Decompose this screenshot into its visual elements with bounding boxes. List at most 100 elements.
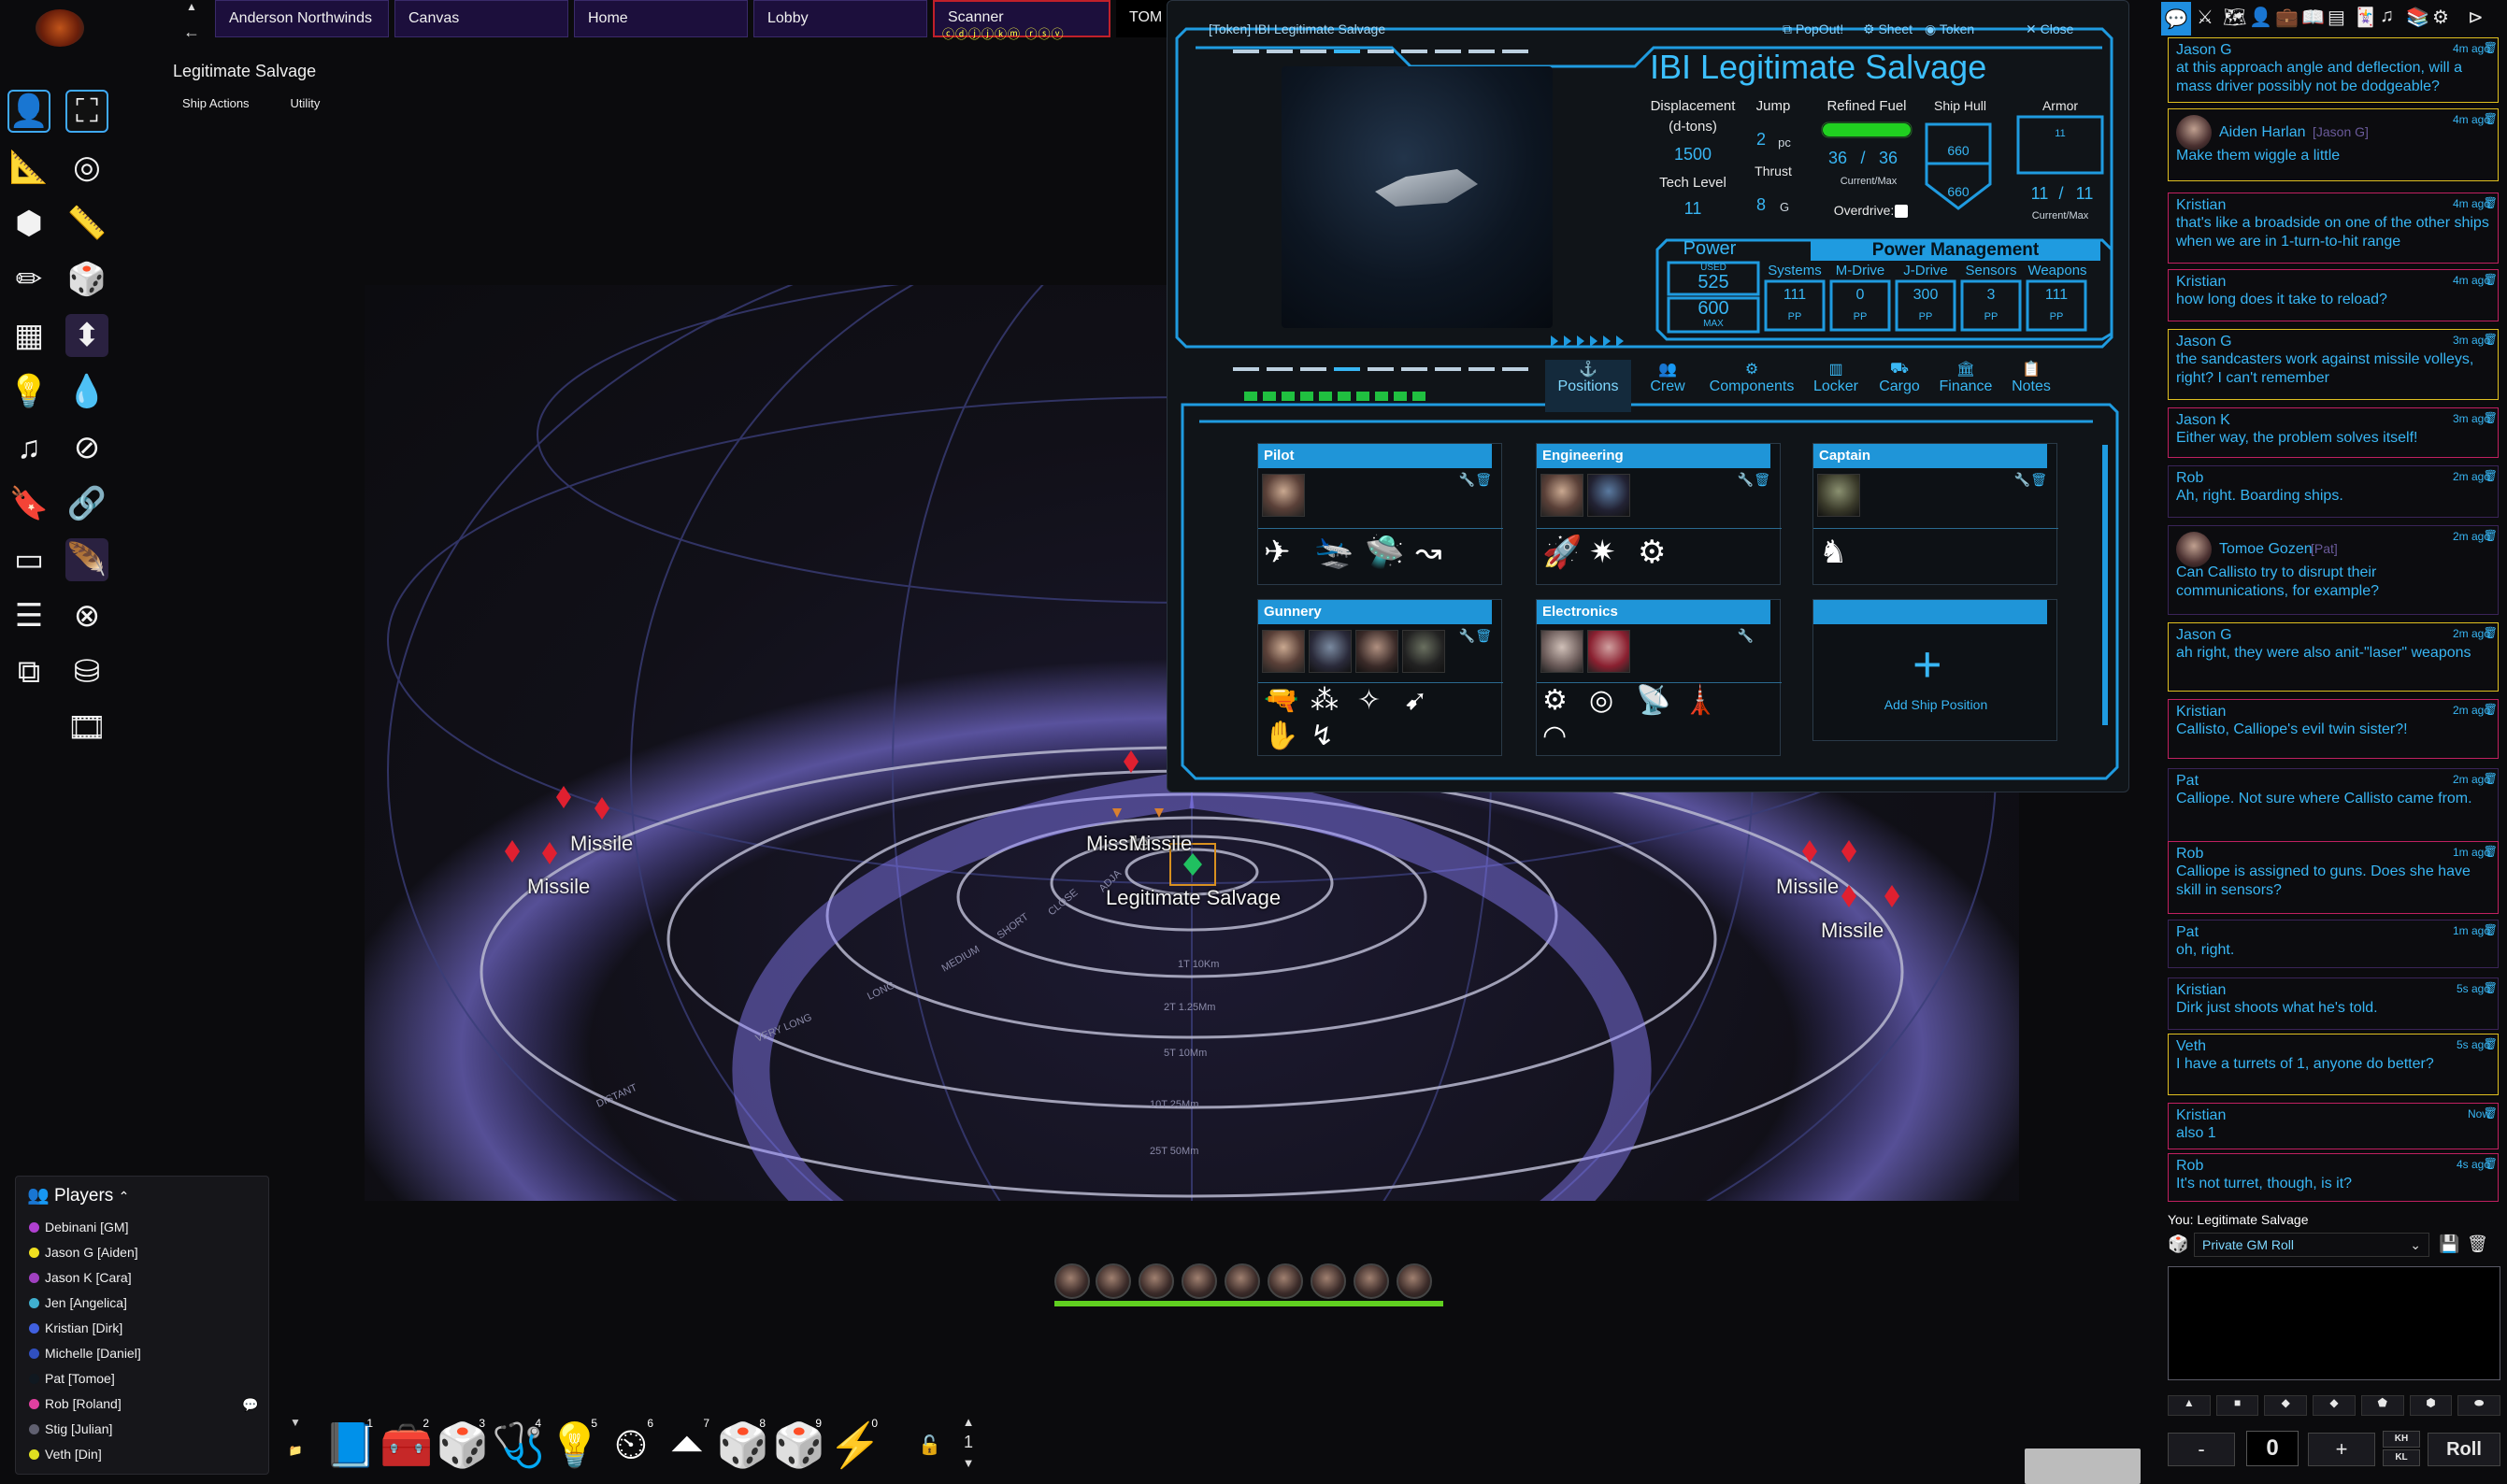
scenes-tab-icon[interactable]: 🗺 bbox=[2223, 6, 2246, 29]
no-paint-icon[interactable]: ⊘ bbox=[65, 426, 108, 469]
token-avatar[interactable] bbox=[1268, 1263, 1303, 1299]
roll-button[interactable]: Roll bbox=[2428, 1433, 2500, 1466]
folder-icon[interactable]: 📁 bbox=[283, 1444, 308, 1457]
trash-icon[interactable]: 🗑 bbox=[1475, 628, 1492, 644]
gunnery-action-icon[interactable]: 🔫 bbox=[1264, 684, 1298, 717]
armor-current[interactable]: 11 bbox=[2026, 184, 2054, 204]
pilot-action-icon[interactable]: ✈ bbox=[1264, 534, 1291, 571]
keep-low-button[interactable]: KL bbox=[2383, 1449, 2420, 1466]
trash-icon[interactable]: 🗑 bbox=[2484, 529, 2498, 542]
layers-icon[interactable]: ⧉ bbox=[7, 650, 50, 693]
trash-icon[interactable]: 🗑 bbox=[2484, 845, 2498, 858]
wrench-icon[interactable]: 🔧 bbox=[1738, 472, 1754, 488]
tab-components[interactable]: ⚙ Components bbox=[1700, 360, 1803, 412]
gunnery-action-icon[interactable]: ⁂ bbox=[1311, 684, 1339, 717]
engineering-action-icon[interactable]: ⚙ bbox=[1638, 534, 1666, 571]
scene-tab[interactable]: Lobby bbox=[753, 0, 927, 37]
macro-slot-9[interactable]: 🎲 9 bbox=[771, 1413, 827, 1477]
macro-slot-3[interactable]: 🎲 3 bbox=[435, 1413, 491, 1477]
macro-slot-8[interactable]: 🎲 8 bbox=[715, 1413, 771, 1477]
keep-high-button[interactable]: KH bbox=[2383, 1431, 2420, 1448]
token-avatar[interactable] bbox=[1096, 1263, 1131, 1299]
hidden-icon[interactable]: ⊗ bbox=[65, 594, 108, 637]
list-icon[interactable]: ☰ bbox=[7, 594, 50, 637]
items-tab-icon[interactable]: 💼 bbox=[2275, 6, 2299, 29]
link-icon[interactable]: 🔗 bbox=[65, 482, 108, 525]
macro-slot-5[interactable]: 💡 5 bbox=[547, 1413, 603, 1477]
crew-portrait[interactable] bbox=[1262, 474, 1305, 517]
trash-icon[interactable]: 🗑 bbox=[2484, 333, 2498, 346]
elevation-icon[interactable]: ⬍ bbox=[65, 314, 108, 357]
tab-utility[interactable]: Utility bbox=[291, 96, 321, 110]
trash-icon[interactable]: 🗑 bbox=[2484, 981, 2498, 994]
token-avatar[interactable] bbox=[1311, 1263, 1346, 1299]
electronics-action-icon[interactable]: ◎ bbox=[1589, 684, 1613, 717]
crew-portrait[interactable] bbox=[1540, 474, 1583, 517]
feather-icon[interactable]: 🪶 bbox=[65, 538, 108, 581]
power-col-value[interactable]: 111 bbox=[1766, 287, 1824, 304]
ship-portrait[interactable] bbox=[1282, 66, 1553, 328]
token-avatar[interactable] bbox=[1054, 1263, 1090, 1299]
tab-finance[interactable]: 🏛 Finance bbox=[1930, 360, 2001, 412]
hull-top[interactable]: 660 bbox=[1932, 143, 1984, 158]
tech-level-value[interactable]: 11 bbox=[1648, 199, 1738, 219]
d20-button[interactable]: ⬢ bbox=[2409, 1395, 2453, 1416]
pilot-action-icon[interactable]: 🛸 bbox=[1365, 534, 1404, 571]
d12-button[interactable]: ⬟ bbox=[2360, 1395, 2404, 1416]
wrench-icon[interactable]: 🔧 bbox=[1459, 628, 1475, 644]
token-avatar[interactable] bbox=[1139, 1263, 1174, 1299]
jump-value[interactable]: 2 bbox=[1747, 130, 1775, 150]
export-icon[interactable]: 💾 bbox=[2439, 1234, 2459, 1254]
tab-locker[interactable]: ▥ Locker bbox=[1803, 360, 1869, 412]
playlists-tab-icon[interactable]: ♫ bbox=[2380, 6, 2394, 27]
macro-slot-6[interactable]: ⏲ 6 bbox=[603, 1413, 659, 1477]
token-avatar[interactable] bbox=[1225, 1263, 1260, 1299]
scene-tab[interactable]: Anderson Northwinds bbox=[215, 0, 389, 37]
collapse-icon[interactable]: ⊳ bbox=[2468, 6, 2484, 29]
crew-portrait[interactable] bbox=[1262, 630, 1305, 673]
token-controls-icon[interactable]: 👤 bbox=[7, 90, 50, 133]
caret-up-icon[interactable]: ▲ bbox=[955, 1415, 981, 1429]
power-col-value[interactable]: 111 bbox=[2027, 287, 2085, 304]
gunnery-action-icon[interactable]: ➹ bbox=[1404, 684, 1427, 717]
armor-top[interactable]: 11 bbox=[2018, 128, 2102, 139]
crew-portrait[interactable] bbox=[1817, 474, 1860, 517]
d8-button[interactable]: ◆ bbox=[2264, 1395, 2308, 1416]
trash-icon[interactable]: 🗑 bbox=[2484, 273, 2498, 286]
scene-nav-toggle[interactable]: ▲ ← bbox=[178, 0, 206, 56]
trash-icon[interactable]: 🗑 bbox=[2484, 41, 2498, 54]
journal-tab-icon[interactable]: 📖 bbox=[2301, 6, 2325, 29]
tables-tab-icon[interactable]: ▤ bbox=[2328, 6, 2345, 29]
fullscreen-icon[interactable]: ⛶ bbox=[65, 90, 108, 133]
power-col-value[interactable]: 3 bbox=[1962, 287, 2020, 304]
scene-tab[interactable]: TOM bbox=[1116, 0, 1172, 37]
walls-icon[interactable]: ▦ bbox=[7, 314, 50, 357]
macro-slot-2[interactable]: 🧰 2 bbox=[379, 1413, 435, 1477]
macro-slot-4[interactable]: 🩺 4 bbox=[491, 1413, 547, 1477]
displacement-value[interactable]: 1500 bbox=[1648, 145, 1738, 164]
gunnery-action-icon[interactable]: ✧ bbox=[1357, 684, 1381, 717]
sound-icon[interactable]: ♫ bbox=[7, 426, 50, 469]
wrench-icon[interactable]: 🔧 bbox=[1459, 472, 1475, 488]
trash-icon[interactable]: 🗑 bbox=[2484, 1157, 2498, 1170]
electronics-action-icon[interactable]: ⚙ bbox=[1542, 684, 1568, 717]
minus-button[interactable]: - bbox=[2168, 1433, 2235, 1466]
combat-tab-icon[interactable]: ⚔ bbox=[2197, 6, 2213, 29]
thrust-value[interactable]: 8 bbox=[1747, 195, 1775, 215]
scene-tab-active[interactable]: Scanner ⓒⓓⓙⓙⓚⓜ ⓡⓢⓥ bbox=[933, 0, 1110, 41]
wrench-icon[interactable]: 🔧 bbox=[1738, 628, 1754, 644]
electronics-action-icon[interactable]: 📡 bbox=[1636, 684, 1670, 717]
drop-icon[interactable]: 💧 bbox=[65, 370, 108, 413]
trash-icon[interactable]: 🗑 bbox=[2467, 1234, 2488, 1254]
close-button[interactable]: ✕ Close bbox=[2026, 21, 2073, 37]
wrench-icon[interactable]: 🔧 bbox=[2014, 472, 2030, 488]
token-avatar[interactable] bbox=[1182, 1263, 1217, 1299]
captain-action-icon[interactable]: ♞ bbox=[1819, 534, 1847, 571]
target-icon[interactable]: ◎ bbox=[65, 146, 108, 189]
lock-icon[interactable]: 🔓 bbox=[918, 1434, 941, 1457]
engineering-action-icon[interactable]: ✷ bbox=[1589, 534, 1616, 571]
plus-button[interactable]: + bbox=[2308, 1433, 2375, 1466]
tab-positions[interactable]: ⚓ Positions bbox=[1545, 360, 1631, 412]
electronics-action-icon[interactable]: 🗼 bbox=[1683, 684, 1717, 717]
crew-portrait[interactable] bbox=[1587, 630, 1630, 673]
